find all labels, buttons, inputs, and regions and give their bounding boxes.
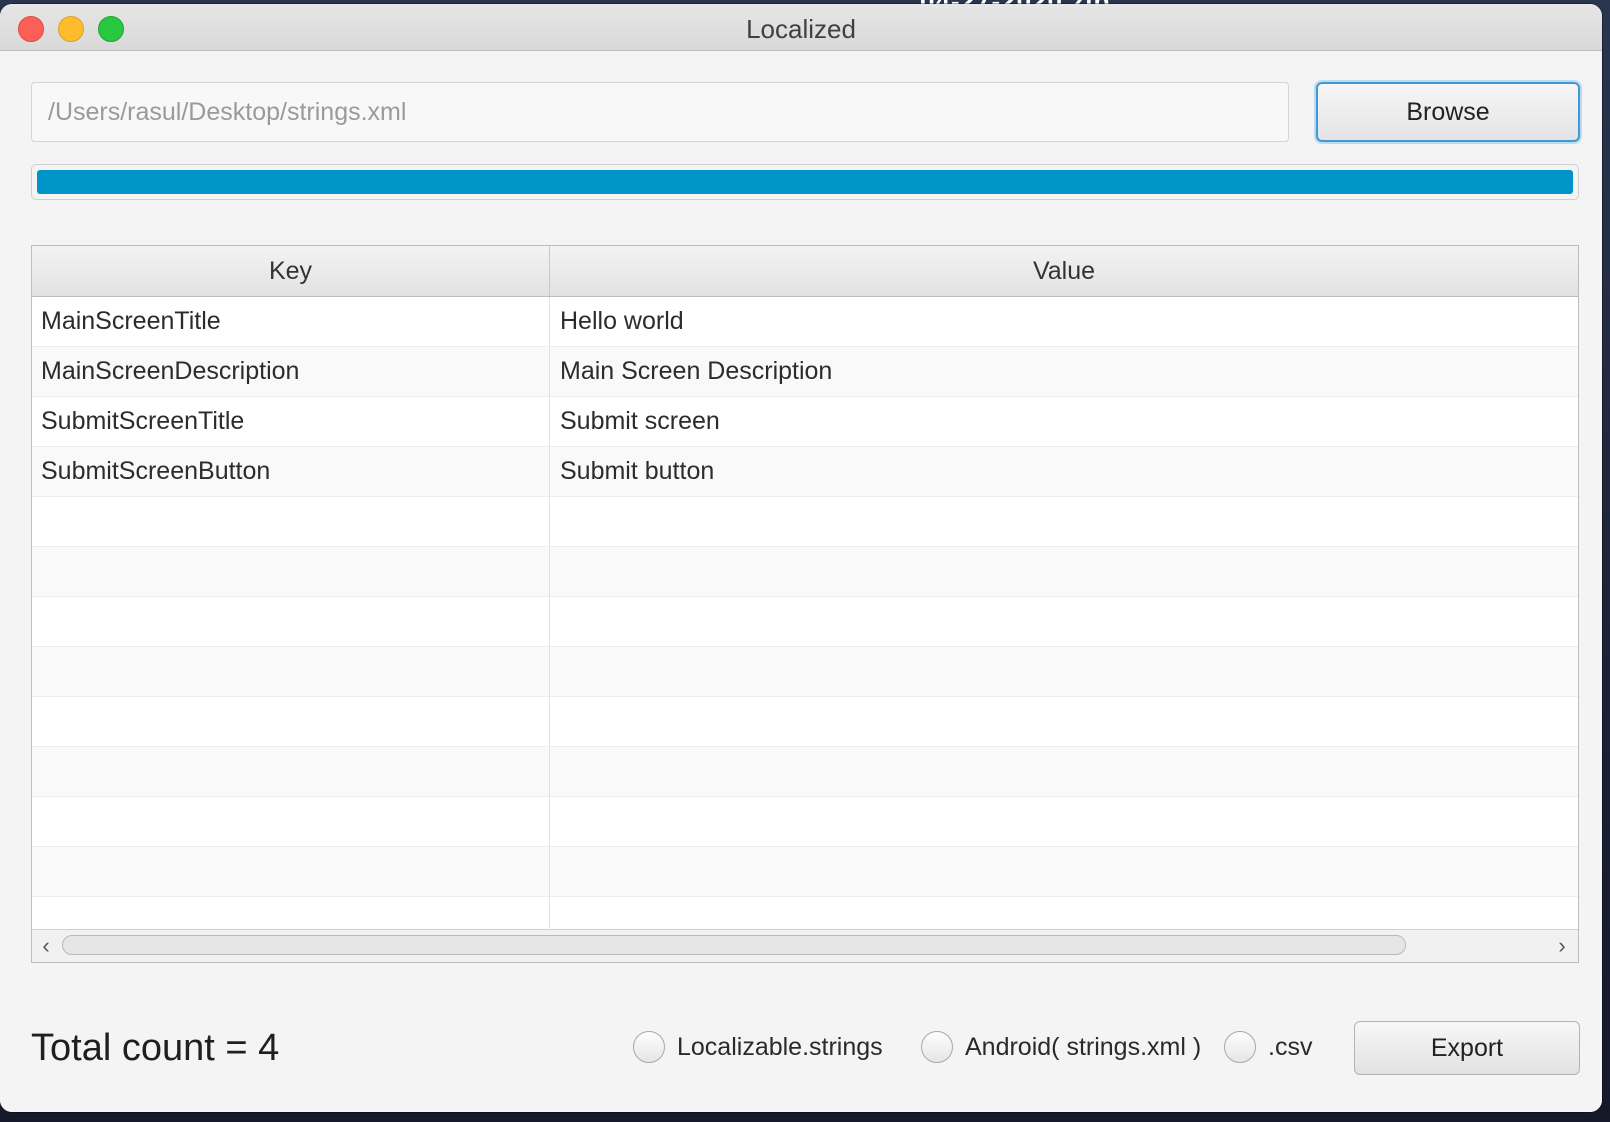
file-path-field[interactable] [31, 82, 1289, 142]
cell-key[interactable]: MainScreenTitle [32, 297, 550, 346]
cell-key[interactable] [32, 647, 550, 696]
app-window: Localized Browse Key Value MainScreenTit… [0, 4, 1602, 1112]
cell-key[interactable] [32, 747, 550, 796]
progress-bar-fill [37, 170, 1573, 194]
table-body: MainScreenTitle Hello world MainScreenDesc… [32, 297, 1578, 947]
cell-value[interactable] [550, 797, 1578, 846]
format-option-localizable[interactable]: Localizable.strings [633, 1031, 883, 1063]
strings-table: Key Value MainScreenTitle Hello world Main… [31, 245, 1579, 963]
scroll-right-icon[interactable]: › [1550, 932, 1574, 960]
table-row[interactable]: SubmitScreenTitle Submit screen [32, 397, 1578, 447]
table-row[interactable] [32, 647, 1578, 697]
cell-value[interactable] [550, 697, 1578, 746]
table-row[interactable] [32, 847, 1578, 897]
format-option-android[interactable]: Android( strings.xml ) [921, 1031, 1201, 1063]
cell-key[interactable] [32, 497, 550, 546]
cell-key[interactable] [32, 797, 550, 846]
table-row[interactable] [32, 797, 1578, 847]
table-row[interactable]: MainScreenDescription Main Screen Descrip… [32, 347, 1578, 397]
cell-key[interactable] [32, 847, 550, 896]
android-radio-label[interactable]: Android( strings.xml ) [965, 1033, 1201, 1062]
cell-value[interactable]: Submit screen [550, 397, 1578, 446]
localizable-radio[interactable] [633, 1031, 665, 1063]
cell-key[interactable] [32, 597, 550, 646]
column-header-value[interactable]: Value [550, 246, 1578, 296]
localizable-radio-label[interactable]: Localizable.strings [677, 1033, 883, 1062]
cell-value[interactable] [550, 597, 1578, 646]
table-row[interactable]: MainScreenTitle Hello world [32, 297, 1578, 347]
browse-button[interactable]: Browse [1316, 82, 1580, 142]
cell-value[interactable]: Main Screen Description [550, 347, 1578, 396]
progress-bar [31, 164, 1579, 200]
table-header: Key Value [32, 246, 1578, 297]
export-button[interactable]: Export [1354, 1021, 1580, 1075]
window-title: Localized [746, 14, 856, 44]
cell-key[interactable]: SubmitScreenTitle [32, 397, 550, 446]
cell-key[interactable]: SubmitScreenButton [32, 447, 550, 496]
horizontal-scrollbar[interactable]: ‹ › [32, 929, 1578, 962]
table-row[interactable] [32, 697, 1578, 747]
scrollbar-thumb[interactable] [62, 935, 1406, 955]
format-option-csv[interactable]: .csv [1224, 1031, 1312, 1063]
cell-key[interactable] [32, 547, 550, 596]
scroll-left-icon[interactable]: ‹ [34, 932, 58, 960]
cell-value[interactable] [550, 847, 1578, 896]
cell-value[interactable]: Hello world [550, 297, 1578, 346]
table-row[interactable] [32, 547, 1578, 597]
cell-value[interactable] [550, 497, 1578, 546]
total-count-label: Total count = 4 [31, 1027, 280, 1069]
table-row[interactable] [32, 597, 1578, 647]
cell-value[interactable]: Submit button [550, 447, 1578, 496]
csv-radio-label[interactable]: .csv [1268, 1033, 1312, 1062]
column-header-key[interactable]: Key [32, 246, 550, 296]
csv-radio[interactable] [1224, 1031, 1256, 1063]
cell-key[interactable]: MainScreenDescription [32, 347, 550, 396]
table-row[interactable]: SubmitScreenButton Submit button [32, 447, 1578, 497]
cell-key[interactable] [32, 697, 550, 746]
cell-value[interactable] [550, 647, 1578, 696]
android-radio[interactable] [921, 1031, 953, 1063]
table-row[interactable] [32, 497, 1578, 547]
title-bar[interactable]: Localized [0, 4, 1602, 51]
table-row[interactable] [32, 747, 1578, 797]
cell-value[interactable] [550, 747, 1578, 796]
main-content: Browse Key Value MainScreenTitleHello wo… [0, 51, 1602, 1112]
cell-value[interactable] [550, 547, 1578, 596]
